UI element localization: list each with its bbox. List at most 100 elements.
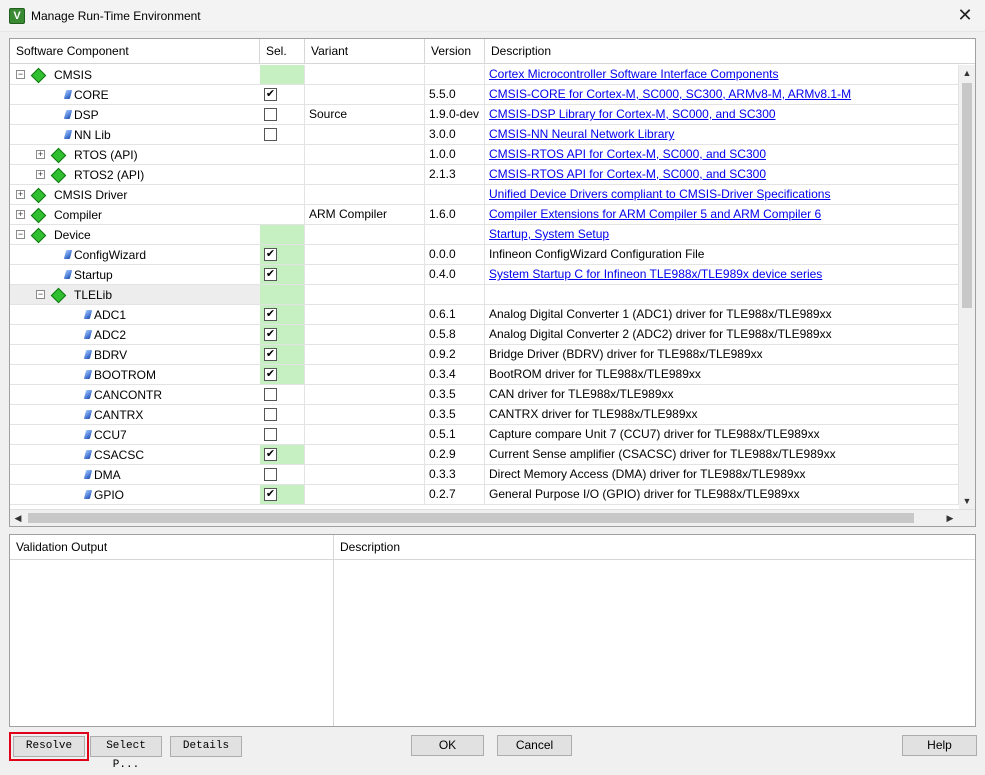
table-row[interactable]: − Device Startup, System Setup — [10, 225, 959, 245]
variant-cell — [305, 125, 425, 145]
table-row[interactable]: BOOTROM ✔ 0.3.4 BootROM driver for TLE988x/… — [10, 365, 959, 385]
description-cell: Startup, System Setup — [485, 225, 959, 245]
description-link[interactable]: System Startup C for Infineon TLE988x/TL… — [489, 267, 822, 281]
select-checkbox[interactable] — [264, 388, 277, 401]
expand-icon[interactable]: + — [16, 210, 25, 219]
table-row[interactable]: − TLELib — [10, 285, 959, 305]
description-text: CAN driver for TLE988x/TLE989xx — [489, 387, 674, 401]
column-header-component[interactable]: Software Component — [10, 39, 260, 64]
select-checkbox[interactable]: ✔ — [264, 88, 277, 101]
description-link[interactable]: CMSIS-RTOS API for Cortex-M, SC000, and … — [489, 167, 766, 181]
table-row[interactable]: CSACSC ✔ 0.2.9 Current Sense amplifier (CSA… — [10, 445, 959, 465]
collapse-icon[interactable]: − — [16, 70, 25, 79]
description-link[interactable]: CMSIS-RTOS API for Cortex-M, SC000, and … — [489, 147, 766, 161]
select-checkbox[interactable]: ✔ — [264, 328, 277, 341]
description-link[interactable]: Unified Device Drivers compliant to CMSI… — [489, 187, 830, 201]
table-row[interactable]: Startup ✔ 0.4.0 System Startup C for Infine… — [10, 265, 959, 285]
select-packs-button[interactable]: Select P... — [90, 736, 162, 771]
scroll-thumb[interactable] — [962, 83, 972, 308]
table-row[interactable]: + Compiler ARM Compiler 1.6.0 Compiler Exten… — [10, 205, 959, 225]
select-checkbox[interactable] — [264, 468, 277, 481]
expand-icon[interactable]: + — [16, 190, 25, 199]
vertical-scrollbar[interactable]: ▲ ▼ — [959, 65, 975, 509]
table-row[interactable]: DSP Source 1.9.0-dev CMSIS-DSP Library for … — [10, 105, 959, 125]
description-cell: General Purpose I/O (GPIO) driver for TL… — [485, 485, 959, 505]
component-name-cell: GPIO — [10, 485, 260, 505]
column-header-variant[interactable]: Variant — [305, 39, 425, 64]
scroll-right-icon[interactable]: ▶ — [942, 510, 958, 526]
horizontal-scrollbar[interactable]: ◀ ▶ — [10, 509, 975, 526]
component-name-cell: − CMSIS — [10, 65, 260, 85]
select-cell — [260, 385, 305, 405]
help-button[interactable]: Help — [902, 735, 977, 756]
variant-cell — [305, 305, 425, 325]
scroll-down-icon[interactable]: ▼ — [959, 493, 975, 509]
table-row[interactable]: + RTOS (API) 1.0.0 CMSIS-RTOS API for Corte… — [10, 145, 959, 165]
details-button[interactable]: Details — [170, 736, 242, 757]
select-checkbox[interactable]: ✔ — [264, 368, 277, 381]
ok-button[interactable]: OK — [411, 735, 484, 756]
select-checkbox[interactable]: ✔ — [264, 348, 277, 361]
table-row[interactable]: NN Lib 3.0.0 CMSIS-NN Neural Network Libra… — [10, 125, 959, 145]
description-link[interactable]: CMSIS-NN Neural Network Library — [489, 127, 674, 141]
resolve-button[interactable]: Resolve — [9, 732, 89, 761]
select-cell — [260, 225, 305, 245]
gem-icon — [64, 89, 72, 101]
collapse-icon[interactable]: − — [16, 230, 25, 239]
component-label: BOOTROM — [94, 368, 156, 382]
select-checkbox[interactable]: ✔ — [264, 448, 277, 461]
table-row[interactable]: DMA 0.3.3 Direct Memory Access (DMA) drive… — [10, 465, 959, 485]
description-link[interactable]: Cortex Microcontroller Software Interfac… — [489, 67, 778, 81]
scroll-up-icon[interactable]: ▲ — [959, 65, 975, 81]
column-header-description[interactable]: Description — [485, 39, 975, 64]
gem-icon — [84, 309, 92, 321]
description-cell: CAN driver for TLE988x/TLE989xx — [485, 385, 959, 405]
select-checkbox[interactable] — [264, 408, 277, 421]
description-link[interactable]: Compiler Extensions for ARM Compiler 5 a… — [489, 207, 821, 221]
table-row[interactable]: GPIO ✔ 0.2.7 General Purpose I/O (GPIO) dri… — [10, 485, 959, 505]
variant-cell — [305, 165, 425, 185]
select-checkbox[interactable] — [264, 108, 277, 121]
version-cell: 0.5.1 — [425, 425, 485, 445]
select-checkbox[interactable]: ✔ — [264, 488, 277, 501]
table-row[interactable]: CANTRX 0.3.5 CANTRX driver for TLE988x/TLE… — [10, 405, 959, 425]
select-checkbox[interactable] — [264, 428, 277, 441]
component-name-cell: BOOTROM — [10, 365, 260, 385]
scroll-left-icon[interactable]: ◀ — [10, 510, 26, 526]
component-label: Startup — [74, 268, 113, 282]
select-checkbox[interactable] — [264, 128, 277, 141]
table-row[interactable]: CANCONTR 0.3.5 CAN driver for TLE988x/TLE9… — [10, 385, 959, 405]
table-row[interactable]: BDRV ✔ 0.9.2 Bridge Driver (BDRV) driver fo… — [10, 345, 959, 365]
version-cell: 0.6.1 — [425, 305, 485, 325]
close-icon[interactable]: ✕ — [955, 5, 975, 25]
expand-icon[interactable]: + — [36, 150, 45, 159]
table-row[interactable]: ADC1 ✔ 0.6.1 Analog Digital Converter 1 (AD… — [10, 305, 959, 325]
table-row[interactable]: CCU7 0.5.1 Capture compare Unit 7 (CCU7) d… — [10, 425, 959, 445]
table-row[interactable]: ADC2 ✔ 0.5.8 Analog Digital Converter 2 (AD… — [10, 325, 959, 345]
collapse-icon[interactable]: − — [36, 290, 45, 299]
description-link[interactable]: CMSIS-DSP Library for Cortex-M, SC000, a… — [489, 107, 776, 121]
table-row[interactable]: ConfigWizard ✔ 0.0.0 Infineon ConfigWizard … — [10, 245, 959, 265]
description-cell: Bridge Driver (BDRV) driver for TLE988x/… — [485, 345, 959, 365]
select-checkbox[interactable]: ✔ — [264, 268, 277, 281]
column-header-version[interactable]: Version — [425, 39, 485, 64]
description-link[interactable]: CMSIS-CORE for Cortex-M, SC000, SC300, A… — [489, 87, 851, 101]
description-link[interactable]: Startup, System Setup — [489, 227, 609, 241]
table-row[interactable]: + CMSIS Driver Unified Device Drivers comp… — [10, 185, 959, 205]
component-label: ConfigWizard — [74, 248, 147, 262]
validation-panel: Validation Output Description — [9, 534, 976, 727]
hscroll-thumb[interactable] — [28, 513, 914, 523]
table-row[interactable]: − CMSIS Cortex Microcontroller Software In… — [10, 65, 959, 85]
table-row[interactable]: CORE ✔ 5.5.0 CMSIS-CORE for Cortex-M, SC000… — [10, 85, 959, 105]
cancel-button[interactable]: Cancel — [497, 735, 572, 756]
select-checkbox[interactable]: ✔ — [264, 308, 277, 321]
table-row[interactable]: + RTOS2 (API) 2.1.3 CMSIS-RTOS API for Cort… — [10, 165, 959, 185]
version-cell: 1.6.0 — [425, 205, 485, 225]
select-cell — [260, 185, 305, 205]
version-cell: 1.0.0 — [425, 145, 485, 165]
diamond-icon — [51, 288, 65, 302]
expand-icon[interactable]: + — [36, 170, 45, 179]
version-cell — [425, 285, 485, 305]
select-checkbox[interactable]: ✔ — [264, 248, 277, 261]
column-header-sel[interactable]: Sel. — [260, 39, 305, 64]
